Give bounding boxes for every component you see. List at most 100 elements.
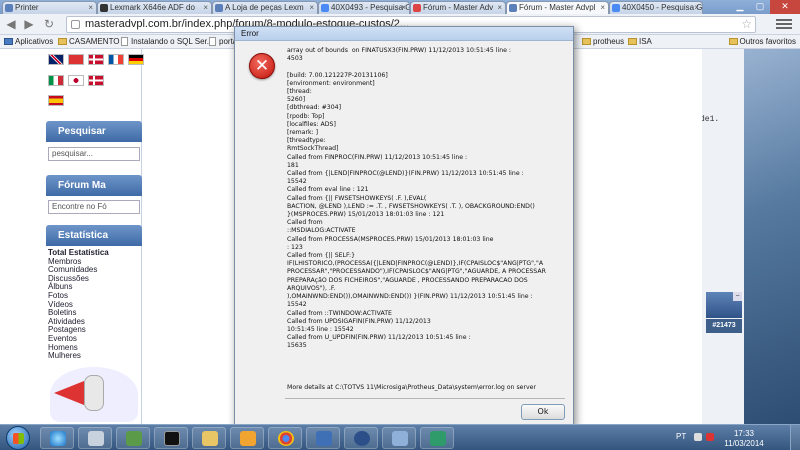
window-controls: ▁ ▢ ✕ [730,0,800,14]
tray-arrow-icon[interactable] [694,433,702,441]
tab-favicon-icon [612,4,620,12]
taskbar-ie[interactable] [40,427,74,449]
ok-button[interactable]: Ok [521,404,565,420]
remote-icon [126,431,142,446]
page-icon [71,20,80,29]
tab-forum-gmail[interactable]: Fórum - Master Adv × [410,1,506,14]
tab-favicon-icon [413,4,421,12]
taskbar-network[interactable] [78,427,112,449]
forward-icon[interactable]: ▶ [22,17,36,31]
bookmark-isa[interactable]: ISA [628,36,652,48]
tab-lexmark[interactable]: Lexmark X646e ADF do × [97,1,212,14]
smartclient-icon [430,431,446,446]
forum-section-header: Fórum Ma [46,175,142,196]
taskbar-app[interactable] [382,427,416,449]
start-button[interactable] [6,426,30,450]
minimize-icon[interactable]: ▁ [730,0,750,14]
tab-close-icon[interactable]: × [203,2,208,14]
show-desktop-button[interactable] [790,425,800,450]
tab-favicon-icon [215,4,223,12]
tab-favicon-icon [5,4,13,12]
language-indicator[interactable]: PT [676,432,686,441]
search-input[interactable]: pesquisar... [48,147,140,161]
forum-search-input[interactable]: Encontre no Fó [48,200,140,214]
bookmark-porta[interactable]: porta [208,36,237,48]
tab-loja-pecas[interactable]: A Loja de peças Lexm × [212,1,318,14]
tab-favicon-icon [100,4,108,12]
bookmark-sql[interactable]: Instalando o SQL Ser... [120,36,213,48]
chrome-icon [278,431,294,446]
clock-time: 17:33 [733,429,755,438]
apps-icon [4,38,13,45]
taskbar-chrome[interactable] [268,427,302,449]
cmd-icon [164,431,180,446]
reload-icon[interactable]: ↻ [42,17,56,31]
behind-text: de1. [700,115,720,124]
clock[interactable]: 17:33 11/03/2014 [720,429,768,449]
tab-close-icon[interactable]: × [401,2,406,14]
clock-date: 11/03/2014 [724,439,764,448]
tab-close-icon[interactable]: × [600,2,605,14]
taskbar: PT 17:33 11/03/2014 [0,424,800,450]
tab-pesquisa-2[interactable]: 40X0450 - Pesquisa G × [609,1,703,14]
megaphone-icon [50,367,138,422]
folder-icon [628,38,637,45]
back-icon[interactable]: ◀ [4,17,18,31]
taskbar-smartclient[interactable] [420,427,454,449]
maximize-icon[interactable]: ▢ [750,0,770,14]
folder-icon [202,431,218,446]
stats-list: Total Estatística Membros Comunidades Di… [48,248,109,361]
bookmark-outros[interactable]: Outros favoritos [728,36,796,48]
bookmark-casamento[interactable]: CASAMENTO [58,36,120,48]
devstudio-icon [316,431,332,446]
page-icon [209,37,216,46]
folder-icon [728,38,738,45]
flag-uk-icon[interactable] [48,54,64,65]
left-sidebar: Pesquisar pesquisar... Fórum Ma Encontre… [44,49,144,424]
folder-icon [58,38,67,45]
tab-close-icon[interactable]: × [88,2,93,14]
flag-taiwan-icon[interactable] [68,54,84,65]
taskbar-devstudio[interactable] [306,427,340,449]
browser-tab-strip: Printer × Lexmark X646e ADF do × A Loja de… [0,0,800,14]
flag-denmark-icon[interactable] [88,54,104,65]
outlook-icon [240,431,256,446]
close-window-icon[interactable]: ✕ [770,0,800,14]
right-panel [700,49,744,424]
browser-menu-icon[interactable] [776,17,792,31]
app-icon [392,431,408,446]
megaphone-body [84,375,104,411]
tab-forum-active[interactable]: Fórum - Master Advpl × [506,1,609,14]
bookmark-protheus[interactable]: protheus [582,36,624,48]
error-message: array out of bounds on FINATUSX3(FIN.PRW… [287,47,546,350]
error-details: More details at C:\TOTVS 11\Microsiga\Pr… [287,384,537,391]
taskbar-cmd[interactable] [154,427,188,449]
tab-pesquisa-1[interactable]: 40X0493 - Pesquisa G × [318,1,410,14]
tray-flag-icon[interactable] [706,433,714,441]
close-icon[interactable]: − [733,292,742,301]
taskbar-outlook[interactable] [230,427,264,449]
flag-spain-icon[interactable] [48,95,64,106]
page-icon [121,37,128,46]
tab-close-icon[interactable]: × [694,2,699,14]
flag-norway-icon[interactable] [88,75,104,86]
taskbar-explorer[interactable] [192,427,226,449]
flag-france-icon[interactable] [108,54,124,65]
flag-germany-icon[interactable] [128,54,144,65]
thread-badge[interactable]: #21473 [706,319,742,333]
dialog-title: Error [235,27,573,41]
tab-close-icon[interactable]: × [309,2,314,14]
tab-printer[interactable]: Printer × [2,1,97,14]
taskbar-totvs[interactable] [344,427,378,449]
folder-icon [582,38,591,45]
flag-italy-icon[interactable] [48,75,64,86]
taskbar-remote[interactable] [116,427,150,449]
search-section-header: Pesquisar [46,121,142,142]
stats-item[interactable]: Mulheres [48,352,109,361]
tab-close-icon[interactable]: × [497,2,502,14]
flag-japan-icon[interactable] [68,75,84,86]
error-icon: ✕ [249,53,275,79]
windows-logo-icon [13,433,24,444]
bookmark-aplicativos[interactable]: Aplicativos [4,36,53,48]
bookmark-star-icon[interactable]: ☆ [741,17,752,31]
